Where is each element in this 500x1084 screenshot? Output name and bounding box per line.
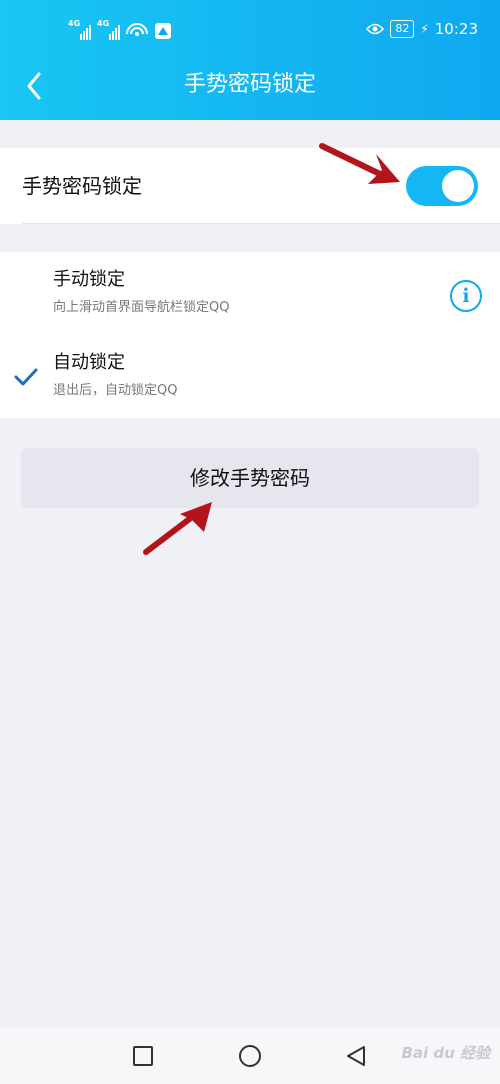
status-right: 82 ⚡ 10:23	[366, 20, 478, 38]
network-type-label-2: 4G	[97, 19, 110, 28]
charging-icon: ⚡	[420, 22, 429, 36]
system-navigation-bar: Bai du 经验	[0, 1028, 500, 1084]
eye-icon	[366, 23, 385, 35]
gesture-lock-label: 手势密码锁定	[22, 174, 142, 198]
circle-icon	[239, 1045, 261, 1067]
gesture-lock-toggle[interactable]	[406, 166, 478, 206]
divider	[22, 223, 500, 224]
page-title: 手势密码锁定	[183, 72, 316, 97]
network-type-label: 4G	[68, 19, 81, 28]
square-icon	[133, 1046, 153, 1066]
checkmark-icon	[14, 368, 38, 386]
app-notification-icon	[155, 23, 171, 39]
signal-icon-2: 4G	[97, 19, 120, 40]
option-title: 自动锁定	[53, 352, 125, 373]
header-bar: 4G 4G 82 ⚡ 10:23 手势密码锁定	[0, 0, 500, 120]
recent-apps-button[interactable]	[131, 1044, 155, 1068]
lock-mode-options: 手动锁定 向上滑动首界面导航栏锁定QQ i 自动锁定 退出后，自动锁定QQ	[0, 252, 500, 418]
wifi-hotspot-icon	[126, 23, 148, 36]
annotation-arrow-icon	[143, 502, 212, 555]
triangle-back-icon	[347, 1046, 365, 1066]
status-bar: 4G 4G 82 ⚡ 10:23	[0, 0, 500, 60]
clock: 10:23	[434, 20, 478, 38]
battery-indicator: 82	[390, 20, 415, 38]
option-auto-lock[interactable]: 自动锁定 退出后，自动锁定QQ	[0, 335, 500, 418]
option-title: 手动锁定	[53, 269, 125, 290]
home-button[interactable]	[238, 1044, 262, 1068]
info-icon[interactable]: i	[450, 280, 482, 312]
back-nav-button[interactable]	[344, 1044, 368, 1068]
toggle-knob	[442, 170, 474, 202]
option-subtitle: 向上滑动首界面导航栏锁定QQ	[53, 300, 230, 315]
option-manual-lock[interactable]: 手动锁定 向上滑动首界面导航栏锁定QQ i	[0, 252, 500, 335]
signal-icon: 4G	[68, 19, 91, 40]
option-subtitle: 退出后，自动锁定QQ	[53, 383, 178, 398]
watermark: Bai du 经验	[401, 1044, 490, 1062]
annotation-arrow-icon	[319, 143, 400, 184]
change-gesture-password-button[interactable]: 修改手势密码	[21, 448, 479, 508]
gesture-lock-row: 手势密码锁定	[0, 148, 500, 224]
status-left: 4G 4G	[68, 18, 172, 40]
